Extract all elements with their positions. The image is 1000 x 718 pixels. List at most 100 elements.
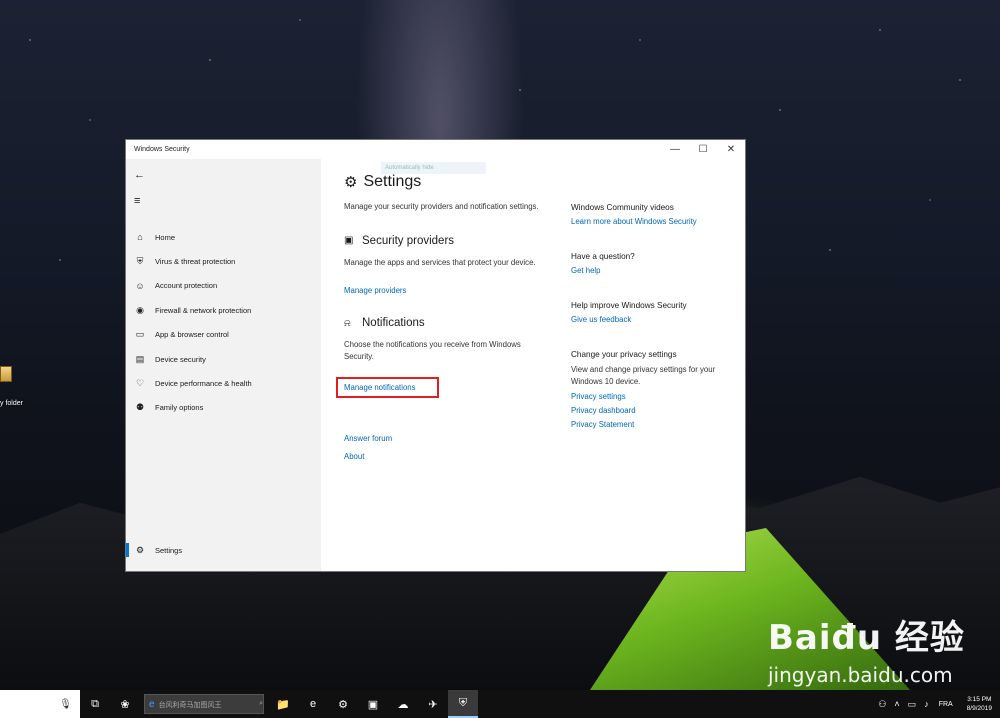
notifications-heading: ⍾ Notifications [344,317,544,329]
watermark-logo: Baiđu 经验 [768,618,965,658]
gear-icon: ⚙ [344,174,358,191]
hamburger-menu-icon[interactable]: ≡ [134,191,321,211]
heart-icon: ♡ [135,378,145,389]
question-heading: Have a question? [571,252,635,261]
learn-more-link[interactable]: Learn more about Windows Security [571,217,721,226]
maximize-button[interactable]: ☐ [689,140,717,159]
desktop-icon-label: y folder [0,400,23,407]
bell-icon: ⍾ [344,317,351,329]
security-providers-icon: ▣ [344,235,354,246]
desktop-folder-icon[interactable]: y folder [0,366,40,407]
page-title: ⚙ Settings [344,173,544,191]
sidebar-item-device-security[interactable]: ▤ Device security [126,347,321,371]
question-block: Have a question? Get help [571,252,721,275]
sidebar-item-device-performance[interactable]: ♡ Device performance & health [126,371,321,395]
search-icon: ⌕ [259,700,263,707]
sidebar-item-label: Settings [155,545,183,555]
chevron-up-icon[interactable]: ˄ [890,699,903,709]
get-help-link[interactable]: Get help [571,266,721,275]
network-icon[interactable]: ▭ [904,699,921,710]
watermark-url: jingyan.baidu.com [768,663,953,687]
system-tray: ⚇ ˄ ▭ ♪ FRA 3:15 PM 8/9/2019 [874,690,1000,718]
security-providers-heading: ▣ Security providers [344,235,544,247]
manage-providers-link[interactable]: Manage providers [344,286,544,295]
laptop-icon: ▤ [135,353,145,364]
people-icon[interactable]: ⚇ [874,699,890,710]
clock-time: 3:15 PM [967,696,992,703]
file-explorer-icon[interactable]: 📁 [268,690,298,718]
family-icon: ⚉ [135,402,145,413]
volume-icon[interactable]: ♪ [920,699,933,709]
section-title-text: Notifications [362,317,425,329]
sidebar-item-label: Device performance & health [155,379,252,389]
main-content: Automatically hide ⚙ Settings Manage you… [321,159,745,571]
notifications-description: Choose the notifications you receive fro… [344,340,521,361]
privacy-heading: Change your privacy settings [571,350,677,359]
sidebar-item-label: Account protection [155,281,218,291]
improve-block: Help improve Windows Security Give us fe… [571,301,721,324]
sidebar-item-label: Home [155,232,176,242]
settings-column: ⚙ Settings Manage your security provider… [336,173,544,461]
privacy-statement-link[interactable]: Privacy Statement [571,420,721,429]
app-icon[interactable]: ▣ [358,690,388,718]
close-button[interactable]: ✕ [717,140,745,159]
settings-app-icon[interactable]: ⚙ [328,690,358,718]
shield-icon: ⛨ [136,256,144,267]
improve-heading: Help improve Windows Security [571,301,687,310]
taskbar-app-pinwheel[interactable]: ❀ [110,690,140,718]
window-title: Windows Security [134,146,190,153]
back-arrow-icon[interactable]: ← [134,165,321,185]
sidebar: ← ≡ ⌂ Home ⛨ Virus & threat protection ☺… [126,159,321,571]
cloud-app-icon[interactable]: ☁ [388,690,418,718]
sidebar-item-home[interactable]: ⌂ Home [126,225,321,249]
manage-notifications-link[interactable]: Manage notifications [344,383,416,392]
language-indicator[interactable]: FRA [933,701,959,708]
taskbar-search-area[interactable]: 🎙 [0,690,80,718]
person-icon: ☺ [135,280,145,291]
selected-indicator [126,543,129,557]
app-window-icon: ▭ [135,329,145,340]
sidebar-item-virus-threat[interactable]: ⛨ Virus & threat protection [126,249,321,273]
sidebar-item-account[interactable]: ☺ Account protection [126,274,321,298]
sidebar-item-label: Family options [155,403,204,413]
privacy-description: View and change privacy settings for you… [571,365,716,386]
plane-app-icon[interactable]: ✈ [418,690,448,718]
microphone-icon[interactable]: 🎙 [59,699,72,710]
privacy-dashboard-link[interactable]: Privacy dashboard [571,406,721,415]
privacy-settings-link[interactable]: Privacy settings [571,392,721,401]
sidebar-item-label: App & browser control [155,330,229,340]
about-link[interactable]: About [344,452,544,461]
news-search-text: 台风利奇马加图风王 [158,701,222,709]
gear-icon: ⚙ [135,544,145,555]
minimize-button[interactable]: — [661,140,689,159]
ie-icon: e [149,698,155,710]
highlight-box: Manage notifications [336,377,439,398]
sidebar-item-app-browser[interactable]: ▭ App & browser control [126,323,321,347]
sidebar-item-label: Device security [155,354,206,364]
sidebar-item-firewall[interactable]: ◉ Firewall & network protection [126,298,321,322]
page-title-text: Settings [363,173,422,190]
taskbar: 🎙 ⧉ ❀ e 台风利奇马加图风王 ⌕ 📁 e ⚙ ▣ ☁ ✈ ⛨ ⚇ ˄ ▭ ♪… [0,690,1000,718]
sidebar-item-settings[interactable]: ⚙ Settings [126,539,321,561]
news-search-box[interactable]: e 台风利奇马加图风王 ⌕ [144,694,264,714]
wifi-icon: ◉ [136,304,144,315]
window-controls: — ☐ ✕ [661,140,745,159]
edge-browser-icon[interactable]: e [298,690,328,718]
community-videos-block: Windows Community videos Learn more abou… [571,203,721,226]
sidebar-item-family[interactable]: ⚉ Family options [126,396,321,420]
title-bar[interactable]: Windows Security — ☐ ✕ [126,140,745,159]
section-title-text: Security providers [362,234,455,247]
page-description: Manage your security providers and notif… [344,202,539,211]
folder-icon [0,366,12,382]
answer-forum-link[interactable]: Answer forum [344,434,544,443]
clock-date: 8/9/2019 [966,705,992,712]
task-view-button[interactable]: ⧉ [80,690,110,718]
help-column: Windows Community videos Learn more abou… [571,203,721,455]
community-videos-heading: Windows Community videos [571,203,674,212]
sidebar-nav: ⌂ Home ⛨ Virus & threat protection ☺ Acc… [126,225,321,420]
windows-security-window: Windows Security — ☐ ✕ ← ≡ ⌂ Home ⛨ Viru… [125,139,746,572]
give-feedback-link[interactable]: Give us feedback [571,315,721,324]
windows-security-taskbar-icon[interactable]: ⛨ [448,690,478,718]
sidebar-item-label: Firewall & network protection [155,305,252,315]
clock[interactable]: 3:15 PM 8/9/2019 [959,695,1000,713]
